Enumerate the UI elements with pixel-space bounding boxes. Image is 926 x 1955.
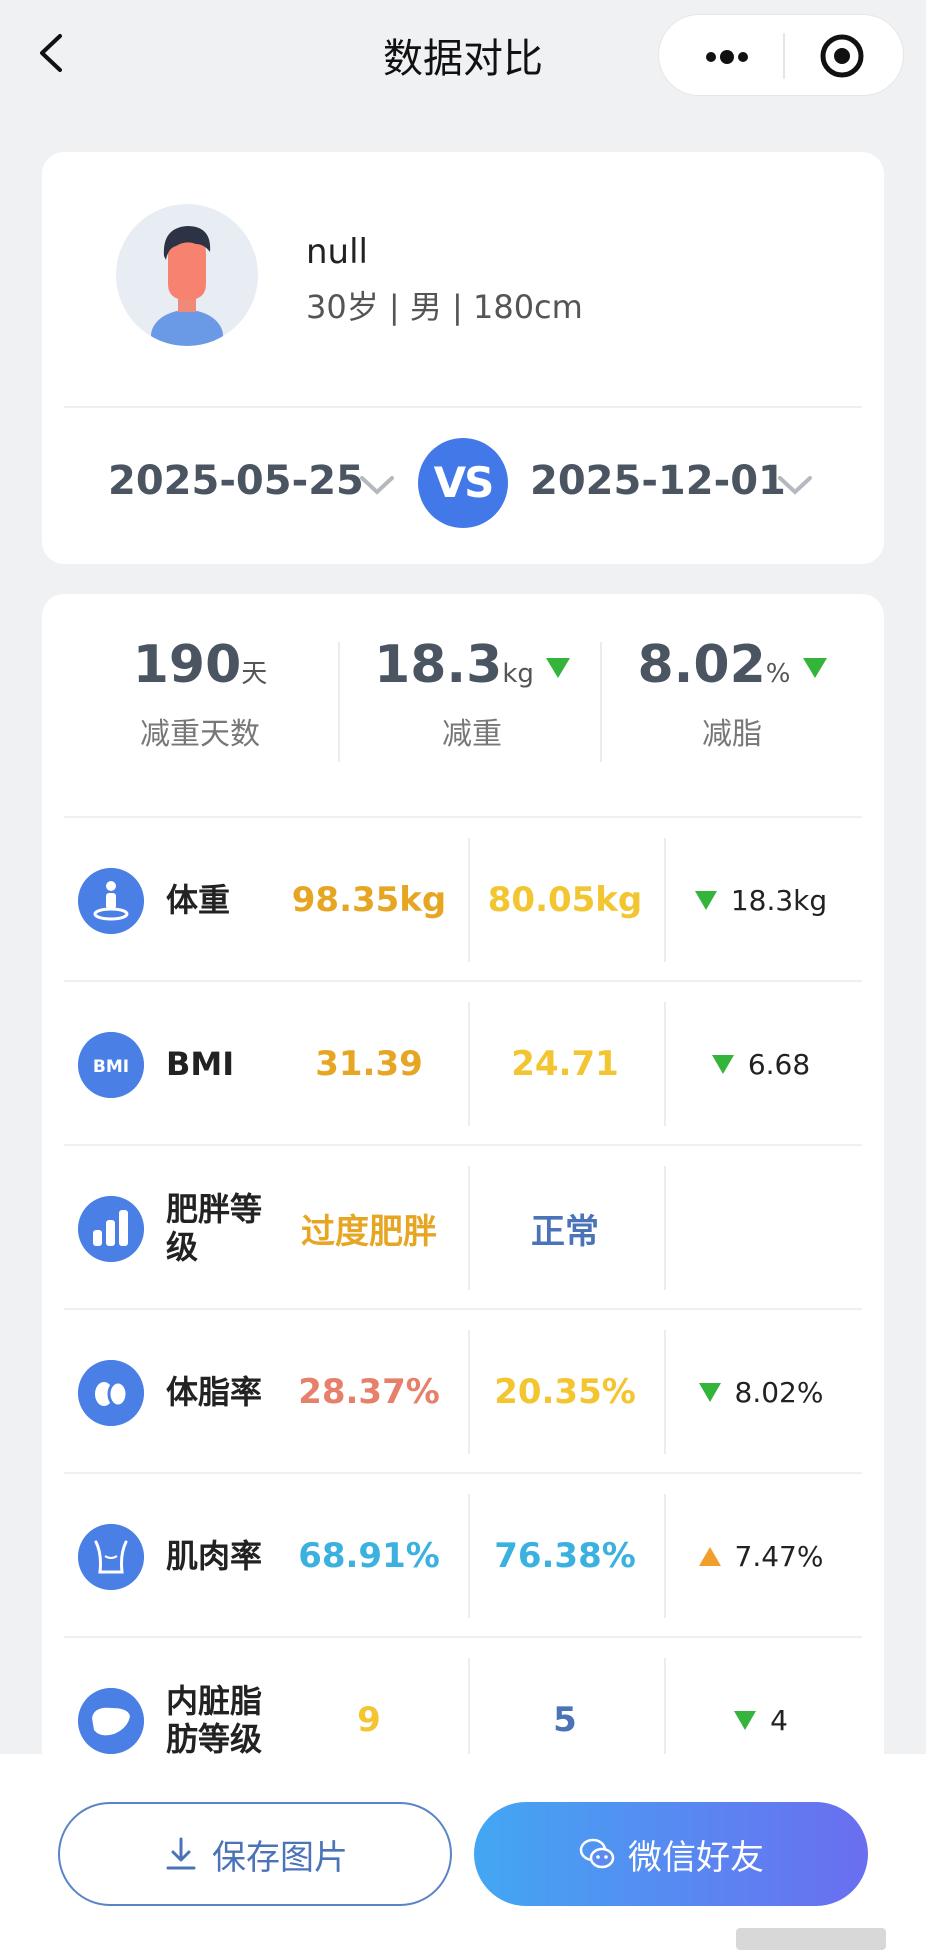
- divider: [468, 1330, 470, 1454]
- svg-text:BMI: BMI: [93, 1057, 129, 1077]
- profile-card: null 30岁 | 男 | 180cm 2025-05-25 VS 2025-…: [42, 152, 884, 564]
- metric-diff-value: 4: [770, 1703, 788, 1737]
- chevron-down-icon[interactable]: [776, 472, 814, 500]
- bottom-action-bar: 保存图片 微信好友: [0, 1754, 926, 1955]
- metric-diff-value: 7.47%: [734, 1539, 824, 1573]
- divider: [468, 1166, 470, 1290]
- summary-value: 8.02: [637, 635, 766, 695]
- liver-icon: [78, 1688, 144, 1754]
- metric-label: BMI: [166, 1045, 235, 1083]
- metric-row-muscle: 肌肉率 68.91% 76.38% 7.47%: [64, 1472, 862, 1636]
- body-fat-icon: [78, 1360, 144, 1426]
- summary-label: 减重天数: [140, 717, 260, 752]
- summary-unit: %: [765, 659, 791, 689]
- vs-badge: VS: [418, 438, 508, 528]
- metric-label: 肥胖等级: [166, 1190, 263, 1266]
- comparison-card: 190天 减重天数 18.3kg 减重 8.02% 减脂 体重 98.35kg …: [42, 594, 884, 1955]
- metric-row-body-fat: 体脂率 28.37% 20.35% 8.02%: [64, 1308, 862, 1472]
- metric-end-value: 76.38%: [494, 1536, 636, 1576]
- divider: [338, 642, 340, 762]
- metric-end-value: 正常: [531, 1211, 599, 1252]
- bar-chart-icon: [78, 1196, 144, 1262]
- metric-diff: 8.02%: [660, 1310, 862, 1474]
- metric-diff: [660, 1146, 862, 1310]
- start-date-select[interactable]: 2025-05-25: [108, 458, 364, 504]
- bmi-icon: BMI: [78, 1032, 144, 1098]
- metric-start-value: 98.35kg: [291, 880, 447, 920]
- metric-label: 体脂率: [166, 1373, 263, 1411]
- summary-value: 18.3: [374, 635, 503, 695]
- metric-row-obesity-level: 肥胖等级 过度肥胖 正常: [64, 1144, 862, 1308]
- metric-diff: 18.3kg: [660, 818, 862, 982]
- trend-down-icon: [711, 1054, 734, 1074]
- trend-down-icon: [545, 658, 570, 678]
- navigation-bar: 数据对比: [0, 0, 926, 110]
- save-image-button[interactable]: 保存图片: [58, 1802, 452, 1906]
- target-circle-icon[interactable]: [819, 33, 865, 79]
- summary-section: 190天 减重天数 18.3kg 减重 8.02% 减脂: [64, 594, 862, 816]
- metric-end-value: 20.35%: [494, 1372, 636, 1412]
- more-dots-icon[interactable]: [697, 37, 757, 77]
- divider: [600, 642, 602, 762]
- metric-start-value: 31.39: [315, 1044, 423, 1084]
- summary-label: 减脂: [702, 717, 762, 752]
- metric-start-value: 68.91%: [298, 1536, 440, 1576]
- metric-row-weight: 体重 98.35kg 80.05kg 18.3kg: [64, 816, 862, 980]
- mini-program-capsule: [658, 14, 904, 96]
- metric-diff: 6.68: [660, 982, 862, 1146]
- trend-down-icon: [698, 1382, 721, 1402]
- user-info: 30岁 | 男 | 180cm: [306, 288, 583, 326]
- muscle-icon: [78, 1524, 144, 1590]
- divider: [468, 838, 470, 962]
- divider: [468, 1002, 470, 1126]
- trend-down-icon: [802, 658, 827, 678]
- divider: [64, 406, 862, 408]
- save-button-label: 保存图片: [212, 1837, 348, 1878]
- metric-diff-value: 6.68: [747, 1047, 811, 1081]
- wechat-button-label: 微信好友: [628, 1837, 764, 1878]
- metric-row-bmi: BMI BMI 31.39 24.71 6.68: [64, 980, 862, 1144]
- metric-end-value: 80.05kg: [487, 880, 643, 920]
- summary-weight-loss: 18.3kg 减重: [352, 634, 592, 753]
- summary-fat-loss: 8.02% 减脂: [612, 634, 852, 753]
- divider: [468, 1494, 470, 1618]
- trend-down-icon: [694, 890, 717, 910]
- wechat-friend-button[interactable]: 微信好友: [474, 1802, 868, 1906]
- summary-days: 190天 减重天数: [100, 634, 300, 753]
- metric-diff: 7.47%: [660, 1474, 862, 1638]
- metric-label: 体重: [166, 881, 231, 919]
- summary-label: 减重: [442, 717, 502, 752]
- home-indicator-icon: [736, 1928, 886, 1950]
- metric-end-value: 24.71: [511, 1044, 619, 1084]
- end-date-select[interactable]: 2025-12-01: [530, 458, 786, 504]
- trend-up-icon: [698, 1546, 721, 1566]
- chevron-down-icon[interactable]: [358, 472, 396, 500]
- wechat-icon: [579, 1838, 615, 1869]
- user-avatar-icon: [116, 204, 258, 346]
- metric-diff-value: 18.3kg: [730, 883, 828, 917]
- download-icon: [166, 1837, 196, 1870]
- metric-start-value: 过度肥胖: [301, 1211, 437, 1252]
- summary-unit: kg: [502, 659, 534, 689]
- summary-unit: 天: [241, 659, 268, 689]
- weight-icon: [78, 868, 144, 934]
- metric-label: 肌肉率: [166, 1537, 263, 1575]
- capsule-divider: [783, 33, 785, 79]
- metric-diff-value: 8.02%: [734, 1375, 824, 1409]
- trend-down-icon: [734, 1710, 757, 1730]
- user-name: null: [306, 232, 368, 272]
- metric-start-value: 28.37%: [298, 1372, 440, 1412]
- summary-value: 190: [132, 635, 242, 695]
